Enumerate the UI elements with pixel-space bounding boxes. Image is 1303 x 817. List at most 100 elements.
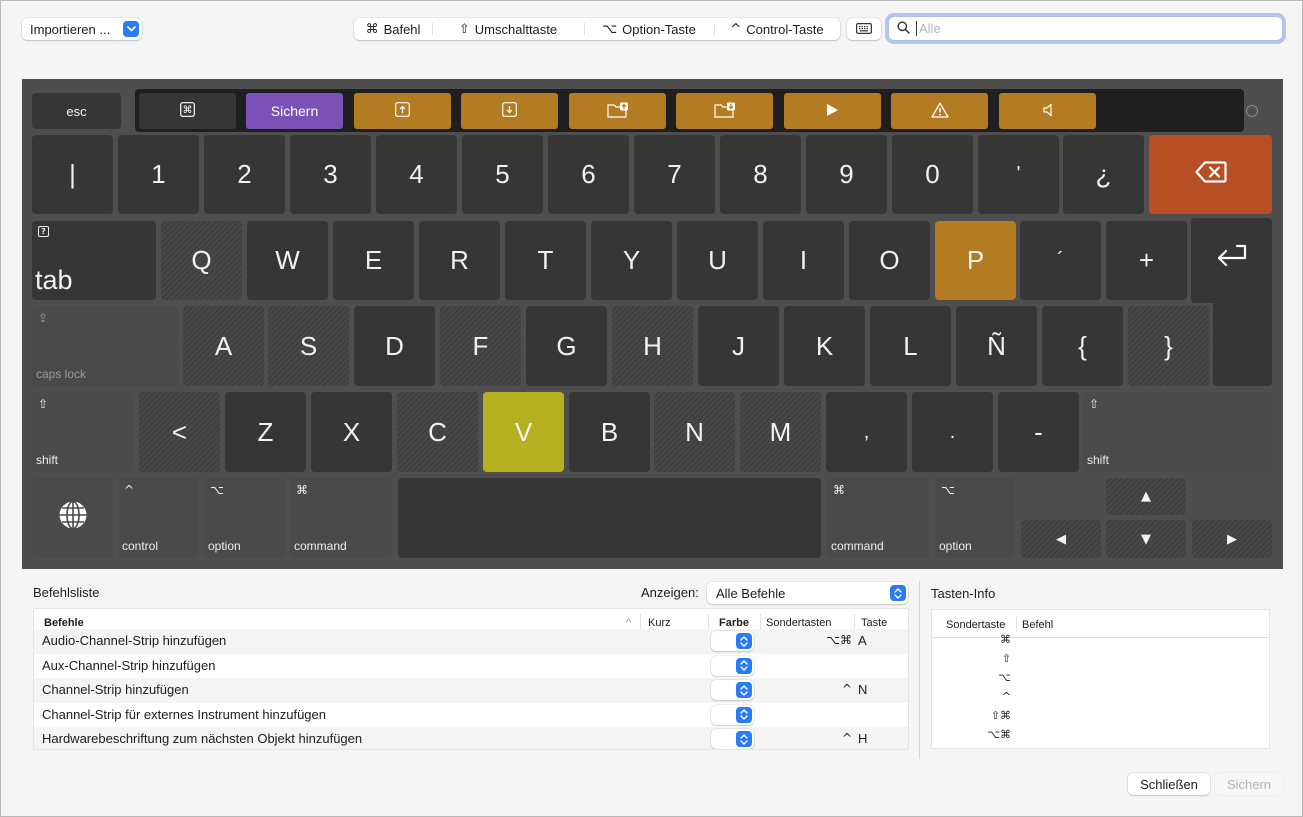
key-n-tilde[interactable]: Ñ <box>956 306 1037 386</box>
command-row[interactable]: Hardwarebeschriftung zum nächsten Objekt… <box>34 727 908 749</box>
key-esc[interactable]: esc <box>32 93 121 129</box>
key-command-right[interactable]: ⌘ command <box>827 478 929 558</box>
modifier-shift-button[interactable]: ⇧ Umschalttaste <box>432 18 584 40</box>
key-d[interactable]: D <box>354 306 435 386</box>
key-globe[interactable] <box>32 478 113 558</box>
color-popup[interactable] <box>711 631 754 651</box>
key-8[interactable]: 8 <box>720 135 801 214</box>
key-o[interactable]: O <box>849 221 930 300</box>
key-comma[interactable]: , <box>826 392 907 472</box>
touchbar-folder-upload-button[interactable] <box>569 93 666 129</box>
key-minus[interactable]: - <box>998 392 1079 472</box>
key-less-than[interactable]: < <box>139 392 220 472</box>
column-header-commands[interactable]: Befehle <box>44 617 84 629</box>
key-command-left[interactable]: ⌘ command <box>290 478 392 558</box>
key-9[interactable]: 9 <box>806 135 887 214</box>
color-popup[interactable] <box>711 680 754 700</box>
key-e[interactable]: E <box>333 221 414 300</box>
key-return-top[interactable] <box>1191 218 1272 303</box>
column-header-modifier[interactable]: Sondertaste <box>946 619 1005 631</box>
key-space[interactable] <box>398 478 821 558</box>
key-shift-right[interactable]: ⇧ shift <box>1083 392 1272 472</box>
key-n[interactable]: N <box>654 392 735 472</box>
key-a[interactable]: A <box>183 306 264 386</box>
touchbar-save-button[interactable]: Sichern <box>246 93 343 129</box>
key-6[interactable]: 6 <box>548 135 629 214</box>
save-button[interactable]: Sichern <box>1215 773 1283 795</box>
key-arrow-right[interactable]: ▶ <box>1192 520 1272 558</box>
key-shift-left[interactable]: ⇧ shift <box>32 392 133 472</box>
key-k[interactable]: K <box>784 306 865 386</box>
key-info-row[interactable]: ⌥⌘ <box>932 726 1269 745</box>
key-s[interactable]: S <box>268 306 349 386</box>
column-header-color[interactable]: Farbe <box>719 617 749 629</box>
color-popup[interactable] <box>711 729 754 749</box>
key-u[interactable]: U <box>677 221 758 300</box>
modifier-command-button[interactable]: ⌘ Bafehl <box>354 18 432 40</box>
close-button[interactable]: Schließen <box>1128 773 1210 795</box>
color-popup[interactable] <box>711 704 754 725</box>
search-input[interactable] <box>916 21 1256 36</box>
key-info-row[interactable]: ^ <box>932 688 1269 707</box>
key-w[interactable]: W <box>247 221 328 300</box>
modifier-control-button[interactable]: ^ Control-Taste <box>714 18 840 40</box>
column-header-modifiers[interactable]: Sondertasten <box>766 617 831 629</box>
key-h[interactable]: H <box>612 306 693 386</box>
key-b[interactable]: B <box>569 392 650 472</box>
key-4[interactable]: 4 <box>376 135 457 214</box>
touchbar-folder-download-button[interactable] <box>676 93 773 129</box>
key-tab[interactable]: ? tab <box>32 221 156 300</box>
color-popup[interactable] <box>711 655 754 676</box>
key-arrow-up[interactable]: ▲ <box>1106 478 1186 515</box>
key-left-brace[interactable]: { <box>1042 306 1123 386</box>
touchbar-warning-button[interactable] <box>891 93 988 129</box>
key-7[interactable]: 7 <box>634 135 715 214</box>
key-c[interactable]: C <box>397 392 478 472</box>
key-5[interactable]: 5 <box>462 135 543 214</box>
key-x[interactable]: X <box>311 392 392 472</box>
key-return-bottom[interactable] <box>1213 297 1272 386</box>
key-f[interactable]: F <box>440 306 521 386</box>
command-row[interactable]: Channel-Strip hinzufügen ^ N <box>34 678 908 703</box>
column-header-short[interactable]: Kurz <box>648 617 671 629</box>
key-p[interactable]: P <box>935 221 1016 300</box>
key-r[interactable]: R <box>419 221 500 300</box>
key-info-row[interactable]: ⌘ <box>932 631 1269 650</box>
column-header-key[interactable]: Taste <box>861 617 887 629</box>
touchbar-command-button[interactable]: ⌘ <box>139 93 236 129</box>
key-l[interactable]: L <box>870 306 951 386</box>
key-info-row[interactable]: ⌥ <box>932 669 1269 688</box>
column-header-command[interactable]: Befehl <box>1022 619 1053 631</box>
modifier-option-button[interactable]: ⌥ Option-Taste <box>584 18 714 40</box>
command-row[interactable]: Channel-Strip für externes Instrument hi… <box>34 703 908 728</box>
command-row[interactable]: Audio-Channel-Strip hinzufügen ⌥⌘ A <box>34 629 908 654</box>
touchbar-play-button[interactable] <box>784 93 881 129</box>
key-period[interactable]: . <box>912 392 993 472</box>
key-info-row[interactable]: ⇧ <box>932 650 1269 669</box>
keyboard-view-button[interactable] <box>847 18 881 40</box>
key-pipe[interactable]: | <box>32 135 113 214</box>
key-0[interactable]: 0 <box>892 135 973 214</box>
import-popup-button[interactable]: Importieren ... <box>22 18 142 40</box>
key-i[interactable]: I <box>763 221 844 300</box>
key-j[interactable]: J <box>698 306 779 386</box>
show-filter-popup[interactable]: Alle Befehle <box>707 582 908 604</box>
touchbar-upload-button[interactable] <box>354 93 451 129</box>
key-apostrophe[interactable]: ' <box>978 135 1059 214</box>
touchbar-download-button[interactable] <box>461 93 558 129</box>
key-arrow-left[interactable]: ◀ <box>1021 520 1101 558</box>
key-g[interactable]: G <box>526 306 607 386</box>
touchbar-speaker-button[interactable] <box>999 93 1096 129</box>
key-m[interactable]: M <box>740 392 821 472</box>
key-t[interactable]: T <box>505 221 586 300</box>
key-y[interactable]: Y <box>591 221 672 300</box>
command-row[interactable]: Aux-Channel-Strip hinzufügen <box>34 654 908 679</box>
key-plus[interactable]: + <box>1106 221 1187 300</box>
key-inverted-question[interactable]: ¿ <box>1063 135 1144 214</box>
key-z[interactable]: Z <box>225 392 306 472</box>
search-field[interactable] <box>888 16 1283 41</box>
key-acute[interactable]: ´ <box>1020 221 1101 300</box>
key-v[interactable]: V <box>483 392 564 472</box>
key-3[interactable]: 3 <box>290 135 371 214</box>
key-right-brace[interactable]: } <box>1128 306 1209 386</box>
